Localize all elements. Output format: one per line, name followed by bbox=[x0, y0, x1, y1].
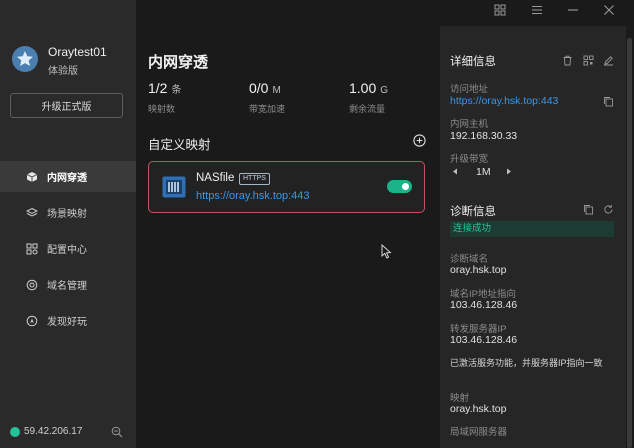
mouse-pointer-icon bbox=[381, 244, 392, 259]
layers-icon bbox=[26, 207, 38, 217]
sidebar-item-label: 域名管理 bbox=[47, 281, 87, 292]
stat-bandwidth: 0/0 M bbox=[249, 80, 281, 96]
bandwidth-value: 1M bbox=[476, 166, 491, 178]
diag-map-value: oray.hsk.top bbox=[450, 403, 507, 415]
sidebar-item-domain[interactable]: 域名管理 bbox=[0, 269, 136, 300]
edition-label: 体验版 bbox=[48, 66, 78, 77]
stat-value: 0/0 bbox=[249, 80, 269, 96]
add-mapping-icon[interactable] bbox=[413, 134, 426, 147]
diag-ip-label: 域名IP地址指向 bbox=[450, 289, 516, 300]
stat-unit: M bbox=[272, 85, 281, 96]
diag-note: 已激活服务功能，并服务器IP指向一致 bbox=[450, 358, 603, 368]
user-name: Oraytest01 bbox=[48, 45, 107, 59]
diag-forward-value: 103.46.128.46 bbox=[450, 334, 518, 346]
upgrade-button[interactable]: 升级正式版 bbox=[10, 93, 123, 118]
sidebar-item-config[interactable]: 配置中心 bbox=[0, 233, 136, 264]
stat-unit: G bbox=[380, 85, 389, 96]
stat-unit: 条 bbox=[171, 85, 182, 96]
mapping-card[interactable] bbox=[148, 161, 425, 213]
diag-forward-label: 转发服务器IP bbox=[450, 324, 507, 335]
sidebar-item-label: 发现好玩 bbox=[47, 317, 87, 328]
copy-icon[interactable] bbox=[603, 96, 614, 107]
host-label: 内网主机 bbox=[450, 119, 489, 130]
delete-icon[interactable] bbox=[562, 55, 573, 66]
stat-value: 1.00 bbox=[349, 80, 377, 96]
edit-icon[interactable] bbox=[603, 55, 614, 66]
online-status-icon bbox=[10, 427, 20, 437]
status-badge: 连接成功 bbox=[450, 221, 614, 237]
sidebar-item-intranet[interactable]: 内网穿透 bbox=[0, 161, 136, 192]
sidebar-item-label: 配置中心 bbox=[47, 245, 87, 256]
bandwidth-label: 升级带宽 bbox=[450, 154, 489, 165]
diagnosis-title: 诊断信息 bbox=[450, 206, 496, 218]
sidebar-item-scene[interactable]: 场景映射 bbox=[0, 197, 136, 228]
qrcode-icon[interactable] bbox=[583, 55, 594, 66]
protocol-badge: HTTPS bbox=[239, 173, 270, 185]
domain-icon bbox=[26, 279, 38, 290]
mapping-name: NASfile bbox=[196, 172, 235, 184]
diag-ip-value: 103.46.128.46 bbox=[450, 299, 518, 311]
page-title: 内网穿透 bbox=[148, 54, 209, 71]
mapping-url-link[interactable]: https://oray.hsk.top:443 bbox=[196, 190, 310, 202]
diag-map-label: 映射 bbox=[450, 393, 470, 404]
minimize-icon[interactable] bbox=[567, 4, 579, 16]
access-url-link[interactable]: https://oray.hsk.top:443 bbox=[450, 95, 558, 107]
zoom-out-icon[interactable] bbox=[111, 426, 123, 438]
decrease-icon[interactable] bbox=[452, 168, 458, 175]
grid-icon[interactable] bbox=[494, 4, 506, 16]
stat-label: 带宽加速 bbox=[249, 104, 286, 114]
host-value: 192.168.30.33 bbox=[450, 130, 518, 142]
sidebar-item-label: 内网穿透 bbox=[47, 173, 87, 184]
stat-mappings: 1/2 条 bbox=[148, 80, 181, 96]
diag-domain-value: oray.hsk.top bbox=[450, 264, 507, 276]
diag-lan-label: 局域网服务器 bbox=[450, 427, 508, 438]
nas-icon bbox=[162, 176, 186, 198]
close-icon[interactable] bbox=[603, 4, 615, 16]
cube-icon bbox=[26, 171, 38, 182]
avatar[interactable] bbox=[12, 46, 38, 72]
compass-icon bbox=[26, 315, 38, 326]
details-title: 详细信息 bbox=[450, 56, 496, 68]
diag-domain-label: 诊断域名 bbox=[450, 254, 489, 265]
menu-icon[interactable] bbox=[531, 4, 543, 16]
section-title: 自定义映射 bbox=[148, 138, 211, 152]
sidebar-item-label: 场景映射 bbox=[47, 209, 87, 220]
access-label: 访问地址 bbox=[450, 84, 489, 95]
stat-traffic: 1.00 G bbox=[349, 80, 388, 96]
sidebar-item-discover[interactable]: 发现好玩 bbox=[0, 305, 136, 336]
scrollbar[interactable] bbox=[627, 38, 632, 448]
increase-icon[interactable] bbox=[506, 168, 512, 175]
public-ip: 59.42.206.17 bbox=[24, 426, 83, 437]
stat-label: 映射数 bbox=[148, 104, 176, 114]
refresh-icon[interactable] bbox=[603, 204, 614, 215]
copy-icon[interactable] bbox=[583, 204, 594, 215]
apps-icon bbox=[26, 243, 38, 254]
mapping-toggle[interactable] bbox=[387, 180, 412, 193]
stat-value: 1/2 bbox=[148, 80, 168, 96]
stat-label: 剩余流量 bbox=[349, 104, 386, 114]
